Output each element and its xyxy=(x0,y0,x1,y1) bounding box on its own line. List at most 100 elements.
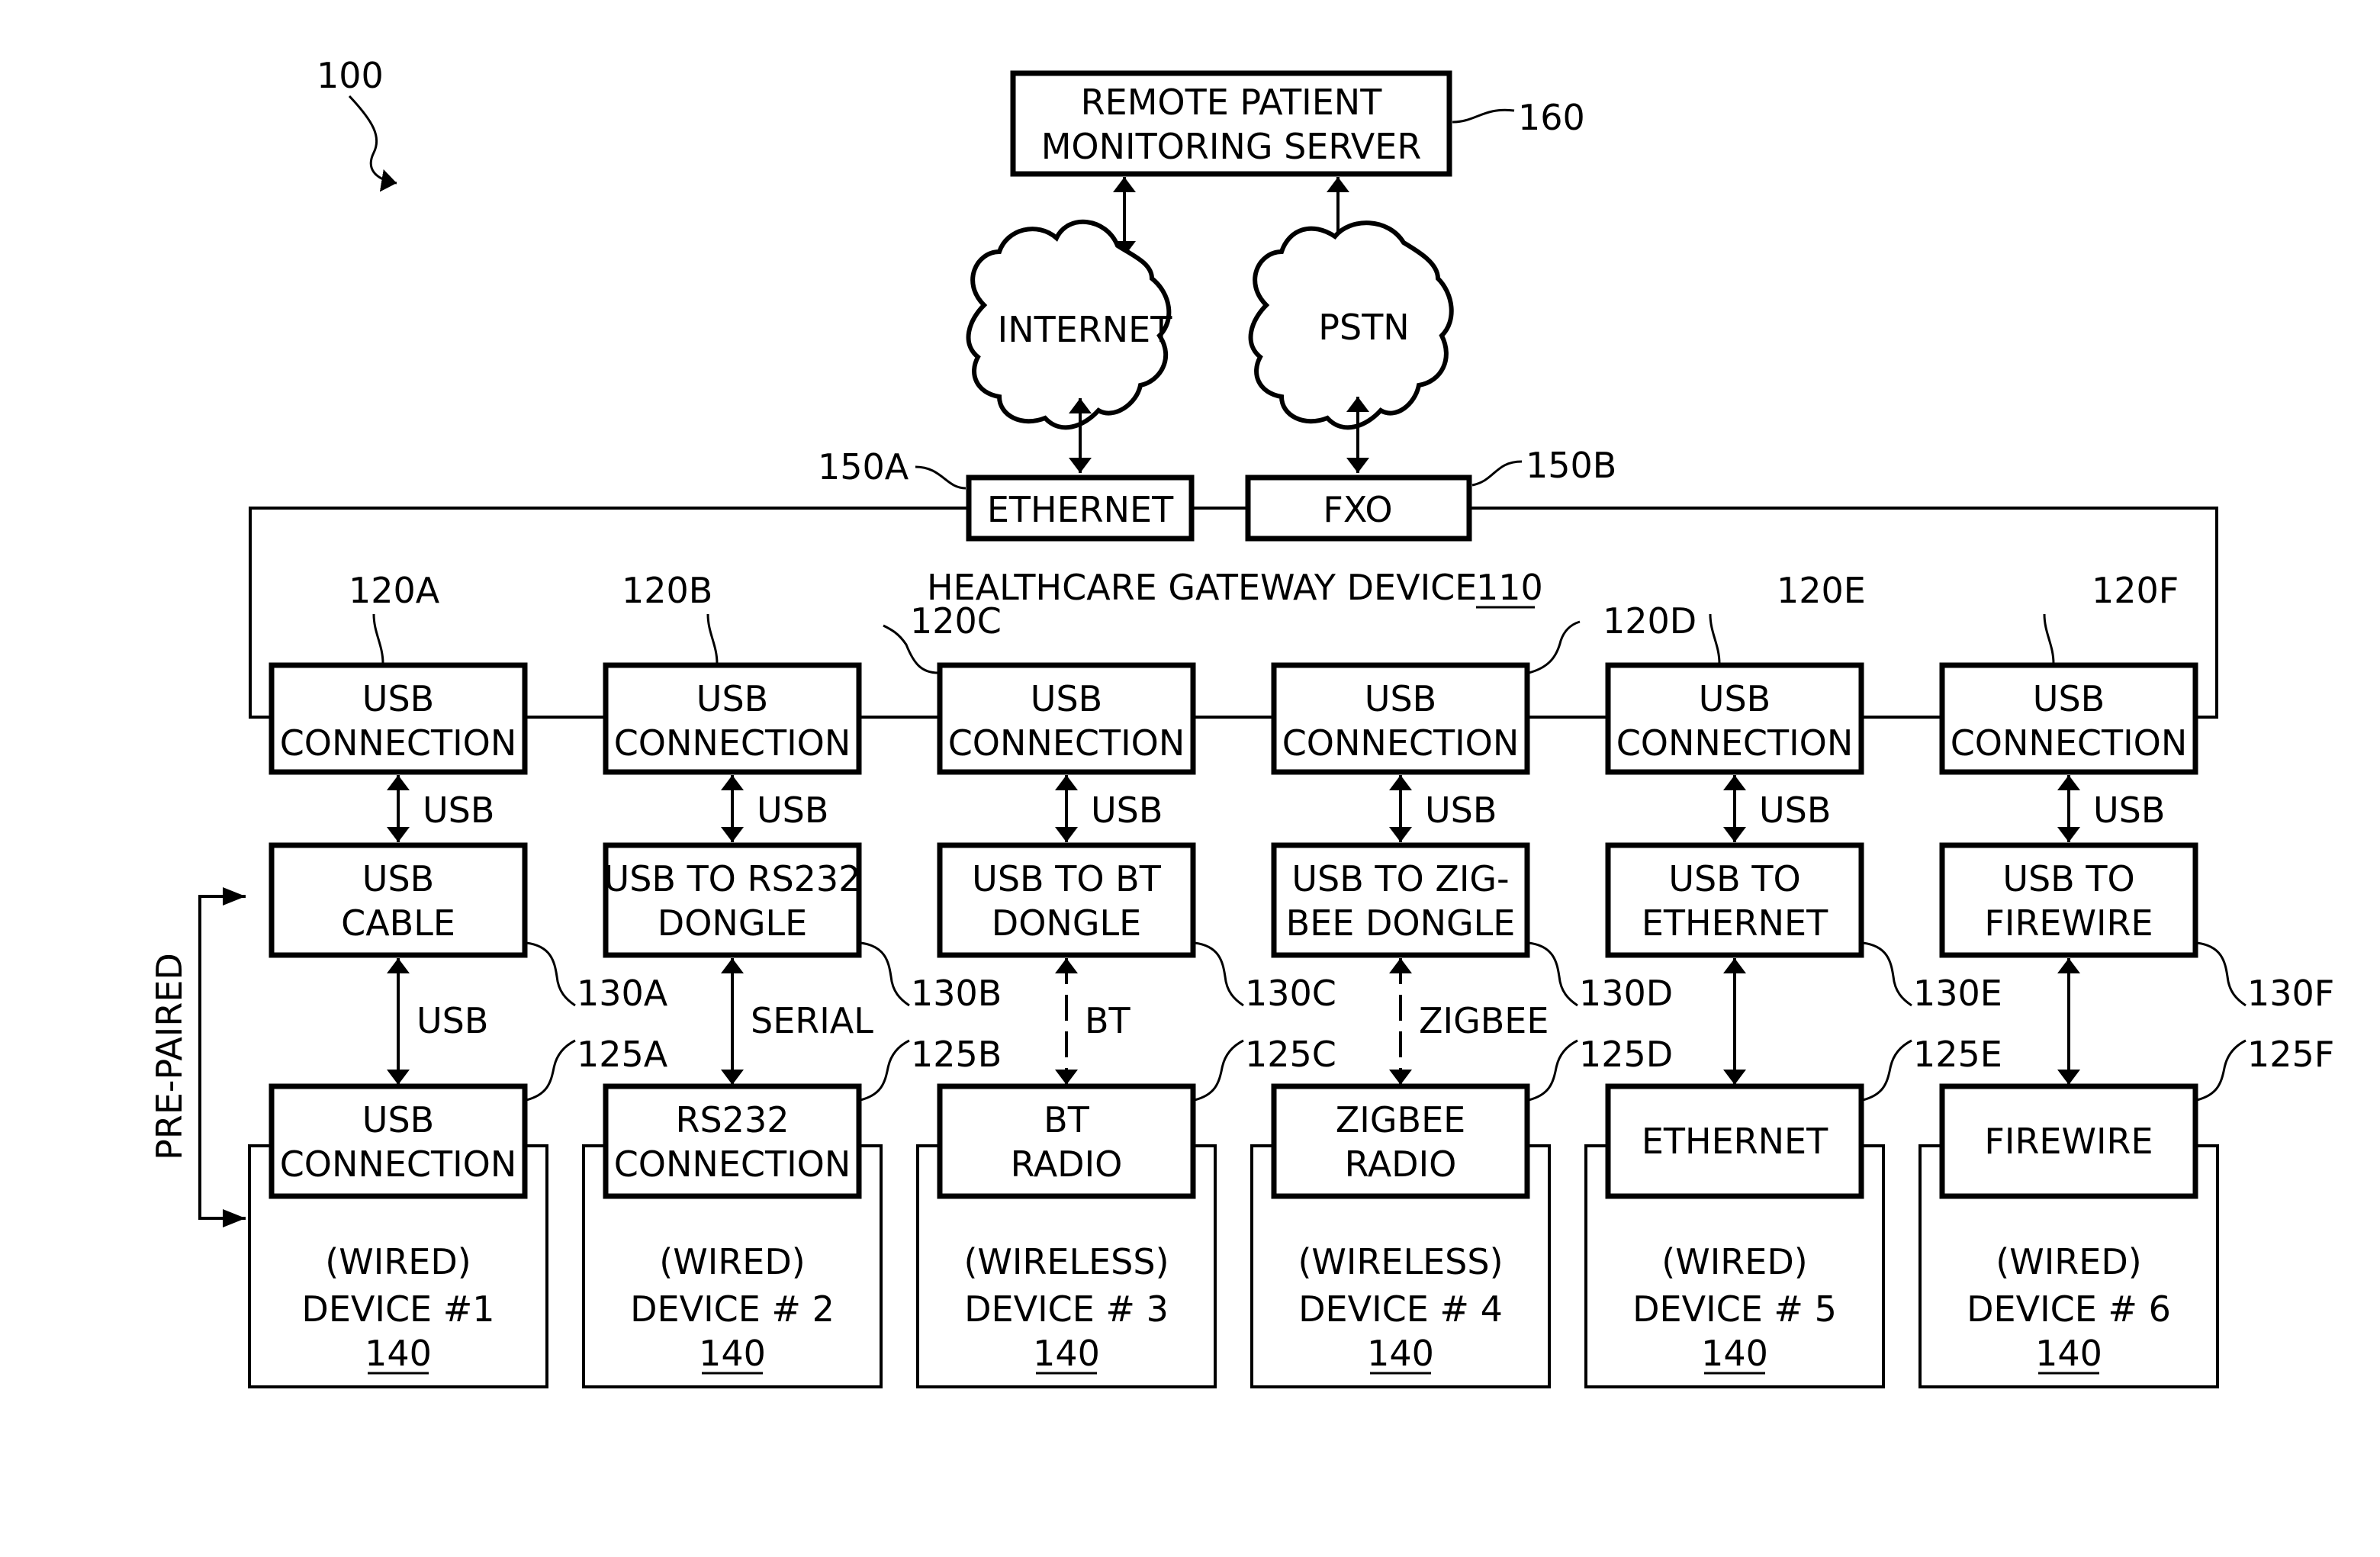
device-connection-line-2: CONNECTION xyxy=(280,1144,517,1185)
internet-cloud: INTERNET xyxy=(966,219,1173,430)
pre-paired-top-arrow-icon xyxy=(223,887,246,906)
adapter-line-2: ETHERNET xyxy=(1642,902,1828,944)
usb-link-label: USB xyxy=(757,790,828,831)
usb-connection-ref: 120C xyxy=(910,600,1002,642)
usb-connection-line-2: CONNECTION xyxy=(1951,722,2188,764)
device-type: (WIRED) xyxy=(325,1241,471,1282)
device-name: DEVICE #1 xyxy=(301,1288,494,1330)
device-columns: USBCONNECTION120AUSBUSBCABLE130AUSBUSBCO… xyxy=(248,570,2334,1388)
usb-connection-ref: 120A xyxy=(349,570,440,611)
pstn-label: PSTN xyxy=(1318,307,1409,348)
adapter-line-1: USB TO RS232 xyxy=(604,858,861,899)
adapter-ref: 130E xyxy=(1913,973,2002,1014)
device-connection-line-1: RS232 xyxy=(676,1099,790,1140)
adapter-ref: 130A xyxy=(577,973,668,1014)
device-link-label: ZIGBEE xyxy=(1419,1000,1549,1041)
uplink-fxo-ref: 150B xyxy=(1526,445,1616,486)
device-connection-line-1: ZIGBEE xyxy=(1336,1099,1465,1140)
uplink-fxo-leader xyxy=(1471,460,1523,487)
adapter-leader xyxy=(1528,941,1578,1007)
uplink-fxo-label: FXO xyxy=(1323,489,1392,530)
pre-paired-bracket-line xyxy=(198,895,246,1220)
uplink-ethernet-leader xyxy=(915,465,966,490)
server-ref: 160 xyxy=(1518,97,1585,138)
adapter-ref: 130F xyxy=(2247,973,2334,1014)
device-name: DEVICE # 3 xyxy=(964,1288,1169,1330)
adapter-line-1: USB TO xyxy=(1668,858,1800,899)
device-ref: 140 xyxy=(1367,1333,1434,1374)
usb-connection-line-1: USB xyxy=(1031,678,1102,719)
device-connection-ref: 125A xyxy=(577,1034,668,1075)
usb-connection-line-1: USB xyxy=(1365,678,1436,719)
adapter-line-2: CABLE xyxy=(341,902,455,944)
adapter-line-1: USB TO BT xyxy=(972,858,1162,899)
usb-connection-ref: 120F xyxy=(2092,570,2179,611)
healthcare-gateway-device: HEALTHCARE GATEWAY DEVICE 110 xyxy=(249,507,2218,719)
device-name: DEVICE # 2 xyxy=(630,1288,835,1330)
usb-connection-leader xyxy=(1709,613,1721,664)
usb-connection-ref: 120E xyxy=(1777,570,1866,611)
healthcare-gateway-diagram: 100 REMOTE PATIENT MONITORING SERVER 160… xyxy=(149,55,2334,1388)
device-connection-ref: 125E xyxy=(1913,1034,2002,1075)
device-connection-line-1: ETHERNET xyxy=(1642,1121,1828,1162)
usb-link-label: USB xyxy=(1759,790,1831,831)
adapter-leader xyxy=(2196,941,2247,1007)
adapter-line-2: BEE DONGLE xyxy=(1286,902,1516,944)
device-type: (WIRED) xyxy=(659,1241,805,1282)
adapter-line-2: DONGLE xyxy=(992,902,1141,944)
device-type: (WIRED) xyxy=(1996,1241,2141,1282)
pstn-cloud: PSTN xyxy=(1248,220,1454,430)
server-line-2: MONITORING SERVER xyxy=(1041,126,1422,167)
usb-connection-line-1: USB xyxy=(2033,678,2105,719)
device-ref: 140 xyxy=(699,1333,766,1374)
usb-link-label: USB xyxy=(423,790,494,831)
usb-connection-leader xyxy=(706,613,719,664)
adapter-leader xyxy=(1194,941,1244,1007)
adapter-ref: 130C xyxy=(1245,973,1336,1014)
usb-connection-line-1: USB xyxy=(1699,678,1771,719)
device-connection-leader xyxy=(1862,1039,1912,1102)
device-connection-ref: 125F xyxy=(2247,1034,2334,1075)
device-ref: 140 xyxy=(1701,1333,1768,1374)
gateway-ref: 110 xyxy=(1476,567,1543,608)
usb-connection-line-2: CONNECTION xyxy=(1616,722,1854,764)
device-connection-ref: 125B xyxy=(911,1034,1002,1075)
internet-label: INTERNET xyxy=(998,309,1173,350)
uplink-ethernet: ETHERNET 150A xyxy=(818,446,1195,542)
usb-connection-line-2: CONNECTION xyxy=(948,722,1185,764)
adapter-leader xyxy=(860,941,910,1007)
adapter-leader xyxy=(1862,941,1912,1007)
usb-connection-line-2: CONNECTION xyxy=(1282,722,1520,764)
usb-connection-leader xyxy=(372,613,384,664)
usb-link-label: USB xyxy=(1091,790,1163,831)
usb-connection-line-1: USB xyxy=(696,678,768,719)
usb-link-label: USB xyxy=(1425,790,1497,831)
gateway-title: HEALTHCARE GATEWAY DEVICE xyxy=(927,567,1477,608)
device-link-label: USB xyxy=(416,1000,488,1041)
device-connection-ref: 125C xyxy=(1245,1034,1336,1075)
device-connection-line-1: FIREWIRE xyxy=(1984,1121,2153,1162)
pre-paired-bracket: PRE-PAIRED xyxy=(149,887,246,1227)
adapter-line-1: USB TO ZIG- xyxy=(1291,858,1509,899)
device-link-label: BT xyxy=(1085,1000,1131,1041)
figure-ref: 100 xyxy=(317,55,397,192)
adapter-line-2: FIREWIRE xyxy=(1984,902,2153,944)
device-connection-line-2: RADIO xyxy=(1345,1144,1457,1185)
pre-paired-label: PRE-PAIRED xyxy=(149,953,190,1160)
server-line-1: REMOTE PATIENT xyxy=(1081,82,1383,123)
device-type: (WIRED) xyxy=(1661,1241,1807,1282)
adapter-line-1: USB xyxy=(362,858,434,899)
usb-connection-leader xyxy=(1528,620,1581,674)
device-connection-line-2: RADIO xyxy=(1011,1144,1123,1185)
device-name: DEVICE # 5 xyxy=(1632,1288,1837,1330)
uplink-ethernet-ref: 150A xyxy=(818,446,909,487)
figure-ref-label: 100 xyxy=(317,55,384,96)
remote-patient-monitoring-server: REMOTE PATIENT MONITORING SERVER 160 xyxy=(1010,70,1585,177)
usb-link-label: USB xyxy=(2093,790,2165,831)
device-type: (WIRELESS) xyxy=(963,1241,1169,1282)
device-ref: 140 xyxy=(2035,1333,2102,1374)
uplink-fxo: FXO 150B xyxy=(1245,445,1616,542)
device-link-label: SERIAL xyxy=(751,1000,873,1041)
device-connection-line-2: CONNECTION xyxy=(614,1144,851,1185)
device-name: DEVICE # 4 xyxy=(1298,1288,1503,1330)
